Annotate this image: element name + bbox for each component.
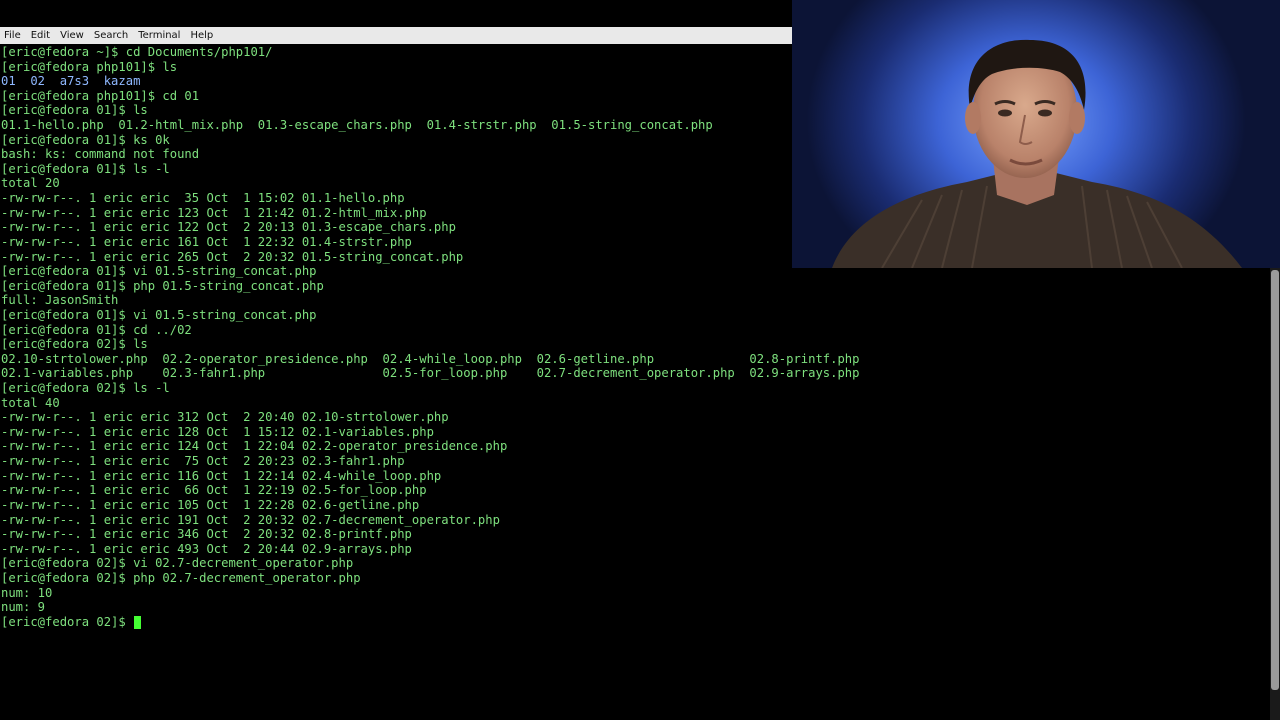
terminal-line-text: -rw-rw-r--. 1 eric eric 346 Oct 2 20:32 … xyxy=(1,527,412,542)
terminal-line: [eric@fedora php101]$ cd 01 xyxy=(1,89,860,104)
terminal-line-text: [eric@fedora 02]$ xyxy=(1,614,134,629)
presenter-webcam-icon xyxy=(792,0,1280,268)
terminal-line: [eric@fedora php101]$ ls xyxy=(1,60,860,75)
terminal-line-text: -rw-rw-r--. 1 eric eric 128 Oct 1 15:12 … xyxy=(1,424,434,439)
terminal-line: -rw-rw-r--. 1 eric eric 128 Oct 1 15:12 … xyxy=(1,425,860,440)
scrollbar-thumb[interactable] xyxy=(1271,270,1279,690)
terminal-line-text: -rw-rw-r--. 1 eric eric 66 Oct 1 22:19 0… xyxy=(1,483,427,498)
terminal-line-text: -rw-rw-r--. 1 eric eric 123 Oct 1 21:42 … xyxy=(1,205,427,220)
terminal-line-text: bash: ks: command not found xyxy=(1,147,200,162)
menu-file[interactable]: File xyxy=(0,27,26,44)
terminal-line-text: full: JasonSmith xyxy=(1,293,119,308)
terminal-line: -rw-rw-r--. 1 eric eric 191 Oct 2 20:32 … xyxy=(1,513,860,528)
screen-top-bar xyxy=(0,0,792,27)
terminal-line-text: 02.1-variables.php 02.3-fahr1.php 02.5-f… xyxy=(1,366,860,381)
terminal-scrollbar[interactable] xyxy=(1270,268,1280,720)
terminal-line: -rw-rw-r--. 1 eric eric 493 Oct 2 20:44 … xyxy=(1,542,860,557)
terminal-line: [eric@fedora 02]$ ls xyxy=(1,337,860,352)
terminal-line: full: JasonSmith xyxy=(1,293,860,308)
terminal-line-text: -rw-rw-r--. 1 eric eric 265 Oct 2 20:32 … xyxy=(1,249,464,264)
terminal-line: [eric@fedora 02]$ vi 02.7-decrement_oper… xyxy=(1,556,860,571)
terminal-line: [eric@fedora 02]$ ls -l xyxy=(1,381,860,396)
terminal-line: 02.1-variables.php 02.3-fahr1.php 02.5-f… xyxy=(1,366,860,381)
terminal-line: [eric@fedora 02]$ php 02.7-decrement_ope… xyxy=(1,571,860,586)
terminal-line-text: -rw-rw-r--. 1 eric eric 312 Oct 2 20:40 … xyxy=(1,410,449,425)
terminal-menubar: File Edit View Search Terminal Help xyxy=(0,27,792,45)
terminal-line-text: [eric@fedora 01]$ cd ../02 xyxy=(1,322,192,337)
menu-edit[interactable]: Edit xyxy=(26,27,55,44)
terminal-line-text: num: 9 xyxy=(1,600,46,615)
menu-terminal[interactable]: Terminal xyxy=(133,27,185,44)
terminal-line-text: [eric@fedora 01]$ ks 0k xyxy=(1,132,170,147)
terminal-line-text: [eric@fedora 01]$ ls xyxy=(1,103,148,118)
terminal-line-text: [eric@fedora 02]$ vi 02.7-decrement_oper… xyxy=(1,556,354,571)
terminal-line-text: [eric@fedora 01]$ ls -l xyxy=(1,161,170,176)
terminal-line-text: 02.10-strtolower.php 02.2-operator_presi… xyxy=(1,351,860,366)
terminal-line: -rw-rw-r--. 1 eric eric 265 Oct 2 20:32 … xyxy=(1,250,860,265)
terminal-line: -rw-rw-r--. 1 eric eric 123 Oct 1 21:42 … xyxy=(1,206,860,221)
terminal-line-text: -rw-rw-r--. 1 eric eric 122 Oct 2 20:13 … xyxy=(1,220,456,235)
terminal-line-text: -rw-rw-r--. 1 eric eric 191 Oct 2 20:32 … xyxy=(1,512,500,527)
terminal-line-text: [eric@fedora 02]$ php 02.7-decrement_ope… xyxy=(1,570,361,585)
terminal-line: [eric@fedora 01]$ vi 01.5-string_concat.… xyxy=(1,308,860,323)
terminal-line: 01 02 a7s3 kazam xyxy=(1,74,860,89)
terminal-line-text: num: 10 xyxy=(1,585,53,600)
terminal-line-text: [eric@fedora php101]$ ls xyxy=(1,59,178,74)
terminal-cursor xyxy=(134,615,142,629)
terminal-line: [eric@fedora 01]$ ls -l xyxy=(1,162,860,177)
terminal-line-text: [eric@fedora 02]$ ls -l xyxy=(1,381,170,396)
terminal-line-text: 01.1-hello.php 01.2-html_mix.php 01.3-es… xyxy=(1,118,713,133)
terminal-line: -rw-rw-r--. 1 eric eric 35 Oct 1 15:02 0… xyxy=(1,191,860,206)
terminal-line-text: total 40 xyxy=(1,395,60,410)
terminal-line: total 40 xyxy=(1,396,860,411)
terminal-line-text: -rw-rw-r--. 1 eric eric 493 Oct 2 20:44 … xyxy=(1,541,412,556)
terminal-line: [eric@fedora 01]$ php 01.5-string_concat… xyxy=(1,279,860,294)
terminal-line-text: [eric@fedora 01]$ vi 01.5-string_concat.… xyxy=(1,307,317,322)
terminal-line-text: -rw-rw-r--. 1 eric eric 124 Oct 1 22:04 … xyxy=(1,439,508,454)
terminal-line: num: 10 xyxy=(1,586,860,601)
terminal-line: [eric@fedora 01]$ vi 01.5-string_concat.… xyxy=(1,264,860,279)
menu-view[interactable]: View xyxy=(55,27,89,44)
terminal-line-text: total 20 xyxy=(1,176,60,191)
terminal-line: total 20 xyxy=(1,176,860,191)
terminal-line-text: -rw-rw-r--. 1 eric eric 161 Oct 1 22:32 … xyxy=(1,234,412,249)
terminal-line: -rw-rw-r--. 1 eric eric 122 Oct 2 20:13 … xyxy=(1,220,860,235)
terminal-line: bash: ks: command not found xyxy=(1,147,860,162)
menu-search[interactable]: Search xyxy=(89,27,133,44)
terminal-line: 01.1-hello.php 01.2-html_mix.php 01.3-es… xyxy=(1,118,860,133)
terminal-line: -rw-rw-r--. 1 eric eric 124 Oct 1 22:04 … xyxy=(1,439,860,454)
terminal-line: -rw-rw-r--. 1 eric eric 75 Oct 2 20:23 0… xyxy=(1,454,860,469)
terminal-line: [eric@fedora 01]$ cd ../02 xyxy=(1,323,860,338)
terminal-line: [eric@fedora 01]$ ls xyxy=(1,103,860,118)
terminal-line-text: [eric@fedora 02]$ ls xyxy=(1,337,148,352)
terminal-line: -rw-rw-r--. 1 eric eric 105 Oct 1 22:28 … xyxy=(1,498,860,513)
terminal-line-text: [eric@fedora ~]$ cd Documents/php101/ xyxy=(1,45,273,59)
terminal-line: [eric@fedora ~]$ cd Documents/php101/ xyxy=(1,45,860,60)
presenter-figure xyxy=(832,39,1242,268)
terminal-line: -rw-rw-r--. 1 eric eric 312 Oct 2 20:40 … xyxy=(1,410,860,425)
terminal-line-text: -rw-rw-r--. 1 eric eric 105 Oct 1 22:28 … xyxy=(1,497,420,512)
terminal-line-text: -rw-rw-r--. 1 eric eric 75 Oct 2 20:23 0… xyxy=(1,454,405,469)
terminal-line-text: [eric@fedora 01]$ vi 01.5-string_concat.… xyxy=(1,264,317,279)
terminal-line: -rw-rw-r--. 1 eric eric 116 Oct 1 22:14 … xyxy=(1,469,860,484)
terminal-line-text: -rw-rw-r--. 1 eric eric 35 Oct 1 15:02 0… xyxy=(1,191,405,206)
terminal-line: -rw-rw-r--. 1 eric eric 66 Oct 1 22:19 0… xyxy=(1,483,860,498)
terminal-line: 02.10-strtolower.php 02.2-operator_presi… xyxy=(1,352,860,367)
terminal-line-text: 01 02 a7s3 kazam xyxy=(1,74,141,89)
terminal-line: num: 9 xyxy=(1,600,860,615)
menu-help[interactable]: Help xyxy=(185,27,218,44)
terminal-line: -rw-rw-r--. 1 eric eric 161 Oct 1 22:32 … xyxy=(1,235,860,250)
terminal-line: [eric@fedora 02]$ xyxy=(1,615,860,630)
terminal-lines: [eric@fedora ~]$ cd Documents/php101/[er… xyxy=(1,45,860,629)
terminal-line-text: -rw-rw-r--. 1 eric eric 116 Oct 1 22:14 … xyxy=(1,468,442,483)
terminal-line: [eric@fedora 01]$ ks 0k xyxy=(1,133,860,148)
terminal-line-text: [eric@fedora php101]$ cd 01 xyxy=(1,88,200,103)
terminal-line: -rw-rw-r--. 1 eric eric 346 Oct 2 20:32 … xyxy=(1,527,860,542)
terminal-line-text: [eric@fedora 01]$ php 01.5-string_concat… xyxy=(1,278,324,293)
